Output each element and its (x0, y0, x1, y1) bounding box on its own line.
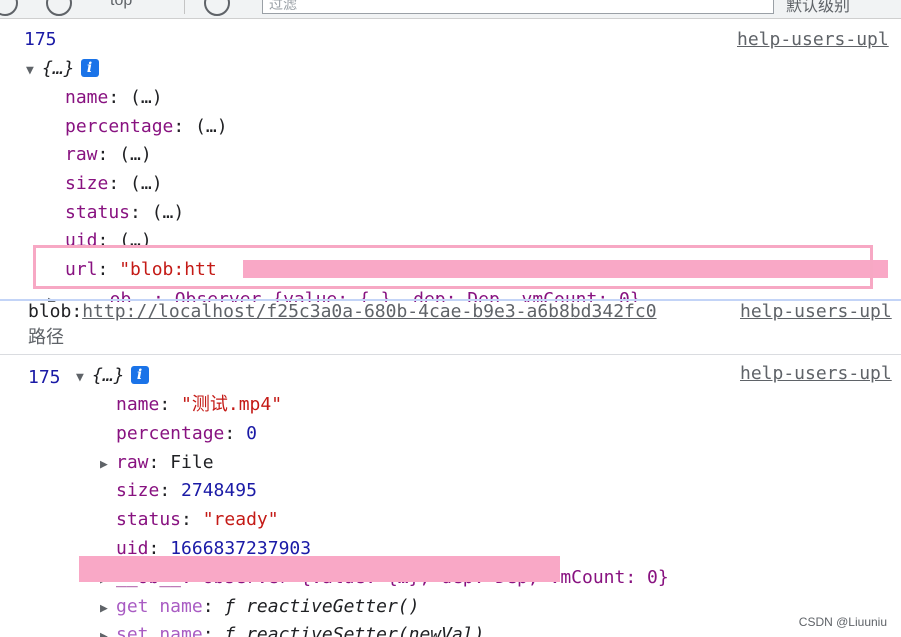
property-row[interactable]: size: (…) (65, 172, 163, 196)
object-summary: {…} (92, 365, 125, 386)
getter-key: get name (116, 596, 203, 617)
message-divider (0, 354, 901, 355)
log-line-number: 175 (28, 367, 61, 388)
property-row[interactable]: name: "测试.mp4" (116, 393, 282, 417)
property-key: size (65, 173, 109, 194)
property-row[interactable]: status: (…) (65, 201, 184, 225)
expand-triangle-icon[interactable]: ▶ (100, 625, 116, 637)
expand-triangle-icon[interactable]: ▶ (100, 597, 116, 621)
log-line-number: 175 (24, 29, 57, 50)
property-key: raw (65, 144, 98, 165)
property-row[interactable]: status: "ready" (116, 508, 279, 532)
object-summary: {…} (42, 58, 75, 79)
property-row[interactable]: ▶ raw: File (100, 451, 214, 477)
property-getter-value[interactable]: (…) (130, 173, 163, 194)
property-row[interactable]: uid: (…) (65, 229, 152, 245)
getter-value: ƒ reactiveGetter() (224, 596, 420, 617)
property-key: percentage (65, 116, 174, 137)
property-value: 2748495 (181, 480, 257, 501)
expand-triangle-icon[interactable]: ▶ (100, 453, 116, 477)
setter-row[interactable]: ▶ set name: ƒ reactiveSetter(newVal) (100, 623, 484, 637)
property-getter-value[interactable]: (…) (119, 230, 152, 245)
property-getter-value[interactable]: (…) (119, 144, 152, 165)
property-row[interactable]: name: (…) (65, 86, 163, 110)
log-source-link[interactable]: help-users-upl (740, 300, 892, 324)
devtools-console: top 过滤 默认级别 175 help-users-upl ▼ {…} i nam… (0, 0, 901, 637)
property-value: "测试.mp4" (181, 394, 283, 415)
setter-value: ƒ reactiveSetter(newVal) (224, 624, 485, 637)
setter-key: set name (116, 624, 203, 637)
expand-triangle-icon[interactable]: ▼ (76, 366, 92, 390)
blob-log-row: blob:http://localhost/f25c3a0a-680b-4cae… (28, 300, 657, 324)
property-key: size (116, 480, 160, 501)
log-levels-dropdown[interactable]: 默认级别 (786, 0, 850, 16)
property-key: status (116, 509, 182, 530)
blob-prefix: blob: (28, 301, 83, 322)
object-summary-row[interactable]: ▼ {…} i (26, 57, 99, 83)
getter-row[interactable]: ▶ get name: ƒ reactiveGetter() (100, 595, 419, 621)
toolbar-divider (184, 0, 185, 14)
property-key: status (65, 202, 131, 223)
property-getter-value[interactable]: (…) (152, 202, 185, 223)
property-key: uid (65, 230, 98, 245)
property-getter-value[interactable]: (…) (195, 116, 228, 137)
blob-url-link[interactable]: http://localhost/f25c3a0a-680b-4cae-b9e3… (82, 301, 656, 322)
expand-triangle-icon[interactable]: ▼ (26, 59, 42, 83)
path-log-text: 路径 (28, 327, 64, 348)
property-key: percentage (116, 423, 225, 444)
property-key: raw (116, 452, 149, 473)
property-row[interactable]: raw: (…) (65, 143, 152, 167)
object-summary-row[interactable]: ▼ {…} i (76, 364, 149, 390)
property-value: 0 (246, 423, 257, 444)
property-value: "ready" (202, 509, 279, 530)
clear-console-icon[interactable] (46, 0, 72, 16)
filter-input[interactable]: 过滤 (262, 0, 774, 14)
info-icon[interactable]: i (80, 59, 99, 77)
context-selector[interactable]: top (110, 0, 132, 10)
filter-placeholder: 过滤 (269, 0, 297, 12)
property-key: name (65, 87, 109, 108)
sidebar-toggle-icon[interactable] (0, 0, 18, 16)
console-toolbar: top 过滤 默认级别 (0, 0, 901, 19)
property-value: File (170, 452, 214, 473)
log-source-link[interactable]: help-users-upl (740, 362, 892, 386)
property-row[interactable]: size: 2748495 (116, 479, 257, 503)
info-icon[interactable]: i (130, 366, 149, 384)
csdn-watermark: CSDN @Liuuniu (798, 615, 887, 629)
property-key: name (116, 394, 160, 415)
live-expression-icon[interactable] (204, 0, 230, 16)
property-getter-value[interactable]: (…) (130, 87, 163, 108)
property-row[interactable]: percentage: (…) (65, 115, 228, 139)
redaction-mark (79, 556, 560, 582)
property-row[interactable]: percentage: 0 (116, 422, 257, 446)
log-source-link[interactable]: help-users-upl (737, 28, 889, 52)
highlight-box (33, 245, 873, 289)
